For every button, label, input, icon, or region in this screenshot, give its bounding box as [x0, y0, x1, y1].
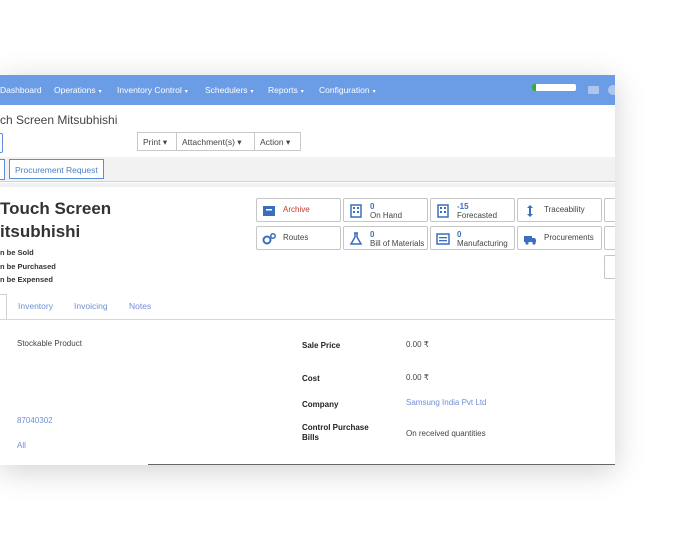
cost-label: Cost — [302, 374, 320, 383]
procurement-request-button[interactable]: Procurement Request — [9, 159, 104, 179]
forecasted-value: -15 — [457, 202, 469, 211]
cost-value[interactable]: 0.00 ₹ — [406, 373, 429, 382]
bom-value: 0 — [370, 230, 375, 239]
product-title-line1: Touch Screen — [0, 199, 112, 218]
menu-inventory-control[interactable]: Inventory Control ▾ — [117, 75, 188, 105]
can-be-expensed-checkbox[interactable]: n be Expensed — [0, 275, 53, 284]
sale-price-value[interactable]: 0.00 ₹ — [406, 340, 429, 349]
menu-reports[interactable]: Reports ▾ — [268, 75, 304, 105]
chevron-down-icon: ▾ — [372, 89, 376, 95]
print-button[interactable]: Print ▾ — [137, 132, 177, 151]
can-be-purchased-checkbox[interactable]: n be Purchased — [0, 262, 56, 271]
flask-icon — [349, 232, 363, 245]
cogs-icon — [262, 233, 276, 245]
procurements-button[interactable]: Procurements — [517, 226, 602, 250]
chevron-down-icon: ▾ — [300, 89, 304, 95]
menu-schedulers[interactable]: Schedulers ▾ — [205, 75, 254, 105]
more-button-3[interactable] — [604, 255, 615, 279]
tab-divider — [0, 319, 615, 320]
on-hand-value: 0 — [370, 202, 375, 211]
updown-arrow-icon — [527, 205, 533, 217]
product-type-value[interactable]: Stockable Product — [17, 339, 82, 348]
on-hand-label: On Hand — [370, 211, 403, 220]
list-icon — [436, 233, 450, 245]
barcode-value[interactable]: 87040302 — [17, 416, 53, 425]
sheet-border — [0, 183, 615, 187]
mail-icon[interactable] — [588, 86, 599, 94]
more-button-1[interactable] — [604, 198, 615, 222]
control-purchase-bills-label: Control Purchase Bills — [302, 423, 369, 442]
manufacturing-value: 0 — [457, 230, 462, 239]
building-icon — [437, 204, 449, 218]
top-navbar: Dashboard Operations ▾ Inventory Control ▾… — [0, 75, 615, 105]
forecasted-button[interactable]: -15 Forecasted — [430, 198, 515, 222]
building-icon — [350, 204, 362, 218]
category-value[interactable]: All — [17, 441, 26, 450]
manufacturing-button[interactable]: 0 Manufacturing — [430, 226, 515, 250]
on-hand-button[interactable]: 0 On Hand — [343, 198, 428, 222]
archive-icon — [263, 206, 275, 216]
chat-icon[interactable] — [608, 85, 615, 95]
progress-bar — [532, 84, 576, 91]
action-button[interactable]: Action ▾ — [255, 132, 301, 151]
tab-notes[interactable]: Notes — [129, 301, 151, 311]
chevron-down-icon: ▾ — [98, 89, 102, 95]
tab-general-information[interactable] — [0, 294, 7, 320]
menu-operations[interactable]: Operations ▾ — [54, 75, 102, 105]
statusbar-left-button[interactable] — [0, 159, 5, 180]
tab-invoicing[interactable]: Invoicing — [74, 301, 108, 311]
routes-button[interactable]: Routes — [256, 226, 341, 250]
chevron-down-icon: ▾ — [250, 89, 254, 95]
truck-icon — [524, 236, 536, 245]
sheet-bottom-border — [148, 464, 615, 465]
forecasted-label: Forecasted — [457, 211, 498, 220]
sale-price-label: Sale Price — [302, 341, 341, 350]
chevron-down-icon: ▾ — [184, 89, 188, 95]
can-be-sold-checkbox[interactable]: n be Sold — [0, 248, 34, 257]
edit-button[interactable] — [0, 133, 3, 153]
company-value[interactable]: Samsung India Pvt Ltd — [406, 398, 487, 407]
progress-bar-fill — [532, 84, 536, 91]
menu-configuration[interactable]: Configuration ▾ — [319, 75, 376, 105]
breadcrumb[interactable]: ch Screen Mitsubhishi — [0, 113, 117, 127]
company-label: Company — [302, 400, 339, 409]
app-window: Dashboard Operations ▾ Inventory Control ▾… — [0, 75, 615, 465]
traceability-button[interactable]: Traceability — [517, 198, 602, 222]
more-button-2[interactable] — [604, 226, 615, 250]
product-title-line2: itsubhishi — [0, 222, 81, 241]
menu-dashboard[interactable]: Dashboard — [0, 75, 42, 105]
bill-of-materials-button[interactable]: 0 Bill of Materials — [343, 226, 428, 250]
tab-inventory[interactable]: Inventory — [18, 301, 53, 311]
archive-button[interactable]: Archive — [256, 198, 341, 222]
bom-label: Bill of Materials — [370, 239, 425, 248]
control-purchase-bills-value[interactable]: On received quantities — [406, 429, 486, 438]
attachments-button[interactable]: Attachment(s) ▾ — [177, 132, 255, 151]
manufacturing-label: Manufacturing — [457, 239, 508, 248]
